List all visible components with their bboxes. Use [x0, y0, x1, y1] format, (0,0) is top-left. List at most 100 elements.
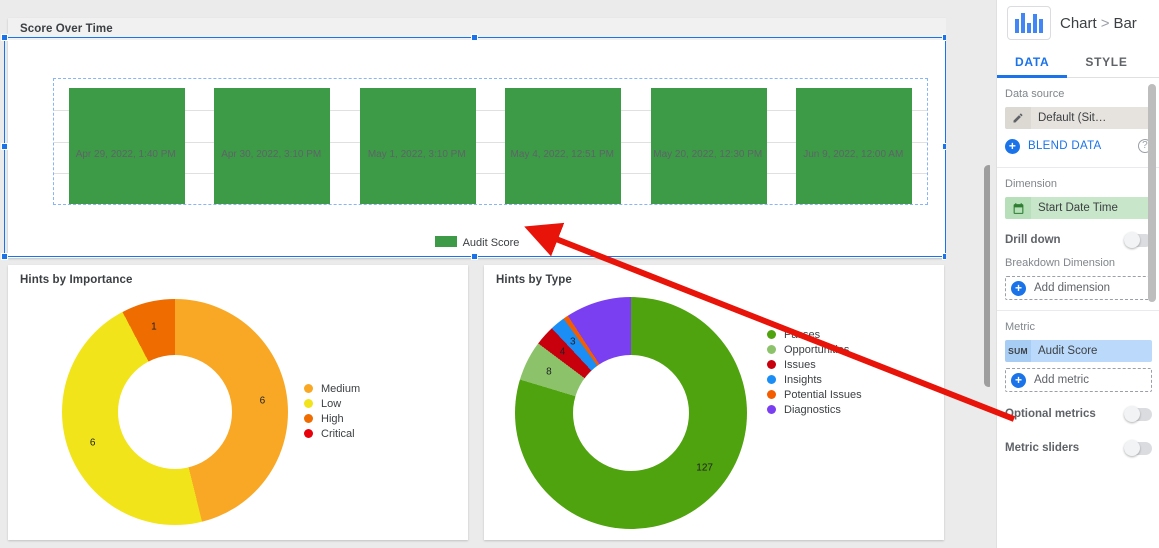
resize-handle-bottom-left[interactable] [1, 253, 8, 260]
chevron-right-icon: > [1100, 14, 1110, 32]
legend-item[interactable]: Opportunities [767, 342, 862, 357]
legend-item-label: Low [321, 397, 342, 410]
hints-by-type-donut[interactable]: 127 8 4 3 [515, 297, 747, 529]
legend-color-dot [304, 384, 313, 393]
hints-by-type-card[interactable]: Hints by Type 127 8 4 3 Passes Opportunities… [484, 265, 944, 540]
panel-header: Chart > Bar [997, 0, 1159, 46]
breadcrumb-root[interactable]: Chart [1060, 15, 1097, 32]
optional-metrics-row[interactable]: Optional metrics [1005, 401, 1152, 427]
hints-by-importance-donut[interactable]: 6 6 1 [62, 299, 288, 525]
dimension-name: Start Date Time [1031, 197, 1152, 219]
slice-value-label: 6 [89, 437, 96, 449]
legend-item-label: Insights [784, 373, 822, 386]
bar-chart-icon[interactable] [1007, 6, 1051, 40]
dimension-chip[interactable]: Start Date Time [1005, 197, 1152, 219]
panel-body[interactable]: Data source Default (Sit… + BLEND DATA ?… [997, 78, 1159, 548]
panel-scrollbar[interactable] [1148, 84, 1156, 302]
legend-item[interactable]: Potential Issues [767, 387, 862, 402]
add-metric-button[interactable]: + Add metric [1005, 368, 1152, 392]
legend-color-dot [767, 375, 776, 384]
legend-item[interactable]: Insights [767, 372, 862, 387]
score-over-time-chart-card[interactable]: Score Over Time 0255075100 Apr 29, 2022,… [8, 18, 946, 258]
legend-item[interactable]: Issues [767, 357, 862, 372]
data-source-chip[interactable]: Default (Sit… [1005, 107, 1152, 129]
legend-item[interactable]: High [304, 411, 360, 426]
canvas-scrollbar[interactable] [984, 165, 990, 387]
metric-label: Metric [1005, 321, 1035, 333]
drill-down-row[interactable]: Drill down [1005, 227, 1152, 253]
slice-value-label: 6 [259, 395, 266, 407]
add-metric-label: Add metric [1034, 374, 1089, 386]
pencil-icon[interactable] [1005, 107, 1031, 129]
drill-down-label: Drill down [1005, 234, 1061, 246]
legend-item[interactable]: Passes [767, 327, 862, 342]
optional-metrics-label: Optional metrics [1005, 408, 1096, 420]
legend-color-dot [767, 345, 776, 354]
legend-item-label: Opportunities [784, 343, 850, 356]
breakdown-dimension-label: Breakdown Dimension [1005, 257, 1116, 269]
chart-legend[interactable]: Audit Score [8, 236, 946, 249]
x-axis-tick-label: May 1, 2022, 3:10 PM [367, 149, 466, 160]
bar[interactable] [214, 87, 331, 204]
data-source-name: Default (Sit… [1031, 107, 1152, 129]
legend-item[interactable]: Medium [304, 381, 360, 396]
legend-color-dot [767, 405, 776, 414]
data-source-label: Data source [1005, 88, 1065, 100]
resize-handle-top-left[interactable] [1, 34, 8, 41]
tab-style[interactable]: STYLE [1067, 46, 1145, 78]
legend-label-audit-score: Audit Score [462, 237, 520, 249]
add-dimension-button[interactable]: + Add dimension [1005, 276, 1152, 300]
tab-data[interactable]: DATA [997, 46, 1068, 78]
bar[interactable] [505, 87, 622, 204]
bar[interactable] [359, 87, 476, 204]
legend-item[interactable]: Low [304, 396, 360, 411]
plus-icon: + [1011, 280, 1026, 296]
dimension-label: Dimension [1005, 178, 1057, 190]
bar[interactable] [650, 87, 767, 204]
legend-color-dot [304, 429, 313, 438]
panel-tabs[interactable]: DATA STYLE [997, 46, 1159, 78]
optional-metrics-toggle[interactable] [1124, 406, 1152, 422]
legend-item[interactable]: Diagnostics [767, 402, 862, 417]
report-canvas[interactable]: Score Over Time 0255075100 Apr 29, 2022,… [0, 0, 990, 548]
hints-by-type-title: Hints by Type [496, 274, 572, 286]
bar[interactable] [68, 87, 185, 204]
plus-icon: + [1011, 372, 1026, 388]
breadcrumb[interactable]: Chart > Bar [1060, 15, 1137, 32]
legend-color-dot [304, 399, 313, 408]
score-card-title: Score Over Time [20, 23, 113, 35]
metric-sliders-row[interactable]: Metric sliders [1005, 435, 1152, 461]
hints-by-importance-card[interactable]: Hints by Importance 6 6 1 Medium Low High Cri… [8, 265, 468, 540]
legend-item-label: High [321, 412, 344, 425]
plus-icon: + [1005, 138, 1020, 154]
legend-item[interactable]: Critical [304, 426, 360, 441]
bar[interactable] [796, 87, 913, 204]
properties-panel[interactable]: Chart > Bar DATA STYLE Data source Default… [996, 0, 1159, 548]
sum-aggregation-badge[interactable]: SUM [1005, 340, 1031, 362]
hints-by-importance-legend[interactable]: Medium Low High Critical [304, 381, 360, 441]
add-dimension-label: Add dimension [1034, 282, 1111, 294]
hints-by-importance-title: Hints by Importance [20, 274, 133, 286]
hints-by-type-legend[interactable]: Passes Opportunities Issues Insights Potenti… [767, 327, 862, 417]
resize-handle-middle-left[interactable] [1, 143, 8, 150]
slice-value-label: 3 [569, 336, 576, 348]
blend-data-button[interactable]: + BLEND DATA ? [1005, 135, 1152, 157]
bar-chart-plot-area[interactable]: 0255075100 [53, 78, 928, 205]
metric-chip-audit-score[interactable]: SUM Audit Score [1005, 340, 1152, 362]
slice-value-label: 8 [546, 366, 552, 378]
x-axis-tick-label: May 20, 2022, 12:30 PM [653, 149, 763, 160]
legend-swatch-audit-score [434, 236, 457, 247]
breadcrumb-current: Bar [1113, 14, 1137, 32]
legend-item-label: Diagnostics [784, 403, 841, 416]
metric-section: Metric SUM Audit Score + Add metric Opti… [997, 311, 1159, 471]
data-source-section: Data source Default (Sit… + BLEND DATA ? [997, 78, 1159, 168]
legend-color-dot [304, 414, 313, 423]
metric-sliders-toggle[interactable] [1124, 440, 1152, 456]
slice-value-label: 1 [151, 321, 157, 333]
legend-item-label: Critical [321, 427, 355, 440]
legend-item-label: Issues [784, 358, 816, 371]
metric-name: Audit Score [1031, 340, 1152, 362]
dimension-section: Dimension Start Date Time Drill down Bre… [997, 168, 1159, 311]
x-axis-tick-label: Jun 9, 2022, 12:00 AM [803, 149, 904, 160]
legend-item-label: Passes [784, 328, 821, 341]
